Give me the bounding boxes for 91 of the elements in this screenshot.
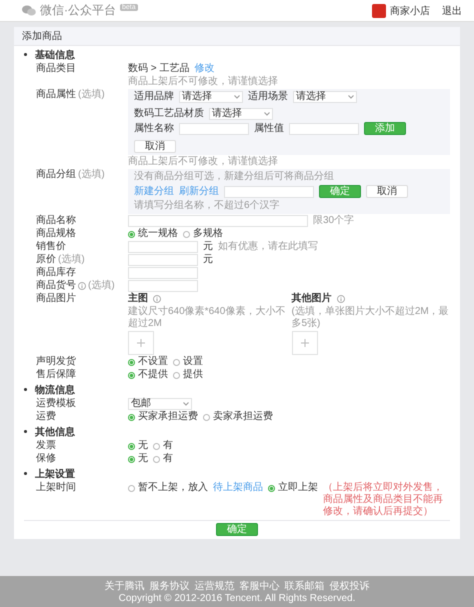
cancel-button[interactable]: 取消	[134, 140, 176, 153]
select-dropdown[interactable]: 请选择	[209, 108, 273, 120]
field-label: 声明发货	[36, 356, 76, 368]
section-title: 上架设置	[35, 468, 75, 481]
bullet-icon	[24, 53, 27, 56]
optional-text: (选填)	[88, 280, 115, 292]
hint-text: 商品上架后不可修改，请谨慎选择	[128, 156, 279, 168]
select-dropdown[interactable]: 请选择	[293, 91, 357, 103]
radio-option[interactable]: 卖家承担运费	[203, 411, 273, 423]
field-label: 商品货号	[36, 280, 76, 292]
hint-text: 商品上架后不可修改，请谨慎选择	[128, 76, 279, 88]
input-field[interactable]	[224, 186, 314, 198]
unit-text: 元	[203, 254, 213, 266]
image-note: (选填，单张图片大小不超过2M，最多5张)	[292, 306, 450, 330]
bullet-icon	[24, 430, 27, 433]
image-note: 建议尺寸640像素*640像素，大小不超过2M	[128, 306, 286, 330]
image-title: 其他图片	[292, 293, 332, 305]
select-dropdown[interactable]: 请选择	[179, 91, 243, 103]
radio-option[interactable]: 立即上架	[268, 482, 318, 494]
select-label: 适用场景	[248, 91, 288, 103]
optional-text: (选填)	[78, 89, 105, 101]
input-field[interactable]	[128, 280, 198, 292]
caret-icon	[234, 95, 240, 99]
warning-text: （上架后将立即对外发售，商品属性及商品类目不能再修改，请确认后再提交）	[323, 482, 444, 518]
section-title: 基础信息	[35, 48, 75, 62]
cancel-button[interactable]: 取消	[366, 185, 408, 198]
field-label: 运费模板	[36, 398, 76, 410]
avatar[interactable]	[372, 4, 386, 18]
optional-text: (选填)	[78, 169, 105, 181]
field-label: 运费	[36, 411, 56, 423]
field-label: 属性值	[254, 122, 284, 134]
image-title: 主图	[128, 293, 148, 305]
radio-option[interactable]: 无	[128, 453, 148, 465]
caret-icon	[264, 112, 270, 116]
field-label: 销售价	[36, 241, 66, 253]
card-title: 添加商品	[14, 27, 460, 46]
select-label: 数码工艺品材质	[134, 108, 204, 120]
hint-text: 如有优惠，请在此填写	[218, 241, 318, 253]
radio-option[interactable]: 设置	[173, 356, 203, 368]
radio-option[interactable]: 提供	[173, 369, 203, 381]
field-label: 售后保障	[36, 369, 76, 381]
logout-link[interactable]: 退出	[442, 4, 462, 18]
upload-button[interactable]	[128, 331, 154, 355]
logo-text: 微信·公众平台	[40, 2, 116, 19]
input-field[interactable]	[179, 122, 249, 134]
unit-text: 元	[203, 241, 213, 253]
field-label: 商品类目	[36, 63, 76, 75]
caret-icon	[183, 402, 189, 406]
field-label: 商品图片	[36, 293, 76, 305]
field-label: 商品属性	[36, 89, 76, 101]
radio-option[interactable]: 有	[153, 440, 173, 452]
radio-option[interactable]: 多规格	[183, 228, 223, 240]
section-title: 其他信息	[35, 426, 75, 439]
radio-option[interactable]: 买家承担运费	[128, 411, 198, 423]
field-label: 发票	[36, 440, 56, 452]
category-value: 数码 > 工艺品	[128, 63, 190, 75]
field-label: 商品分组	[36, 169, 76, 181]
plus-icon	[300, 339, 308, 347]
field-label: 属性名称	[134, 122, 174, 134]
account-name: 商家小店	[390, 4, 430, 18]
field-label: 商品名称	[36, 215, 76, 227]
field-label: 保修	[36, 453, 56, 465]
note-text: 没有商品分组可选，新建分组后可将商品分组	[134, 171, 335, 183]
radio-option[interactable]: 不设置	[128, 356, 168, 368]
radio-option[interactable]: 暂不上架，放入	[128, 482, 208, 494]
input-field[interactable]	[289, 122, 359, 134]
radio-option[interactable]: 无	[128, 440, 148, 452]
optional-text: (选填)	[58, 254, 85, 266]
field-label: 商品库存	[36, 267, 76, 279]
field-label: 商品规格	[36, 228, 76, 240]
field-label: 上架时间	[36, 482, 76, 494]
radio-option[interactable]: 有	[153, 453, 173, 465]
copyright-text: Copyright © 2012-2016 Tencent. All Rights Reserved.	[118, 593, 356, 604]
bullet-icon	[24, 472, 27, 475]
field-label: 原价	[36, 254, 56, 266]
input-field[interactable]	[128, 215, 308, 227]
hint-text: 限30个字	[313, 215, 354, 227]
input-field[interactable]	[128, 267, 198, 279]
plus-icon	[137, 339, 145, 347]
section-title: 物流信息	[35, 383, 75, 397]
caret-icon	[348, 95, 354, 99]
radio-option[interactable]: 不提供	[128, 369, 168, 381]
radio-option[interactable]: 统一规格	[128, 228, 178, 240]
select-label: 适用品牌	[134, 91, 174, 103]
bullet-icon	[24, 388, 27, 391]
chat-bubbles-icon	[22, 5, 36, 16]
select-dropdown[interactable]: 包邮	[128, 398, 192, 410]
hint-text: 请填写分组名称，不超过6个汉字	[134, 200, 281, 212]
input-field[interactable]	[128, 254, 198, 266]
upload-button[interactable]	[292, 331, 318, 355]
input-field[interactable]	[128, 241, 198, 253]
